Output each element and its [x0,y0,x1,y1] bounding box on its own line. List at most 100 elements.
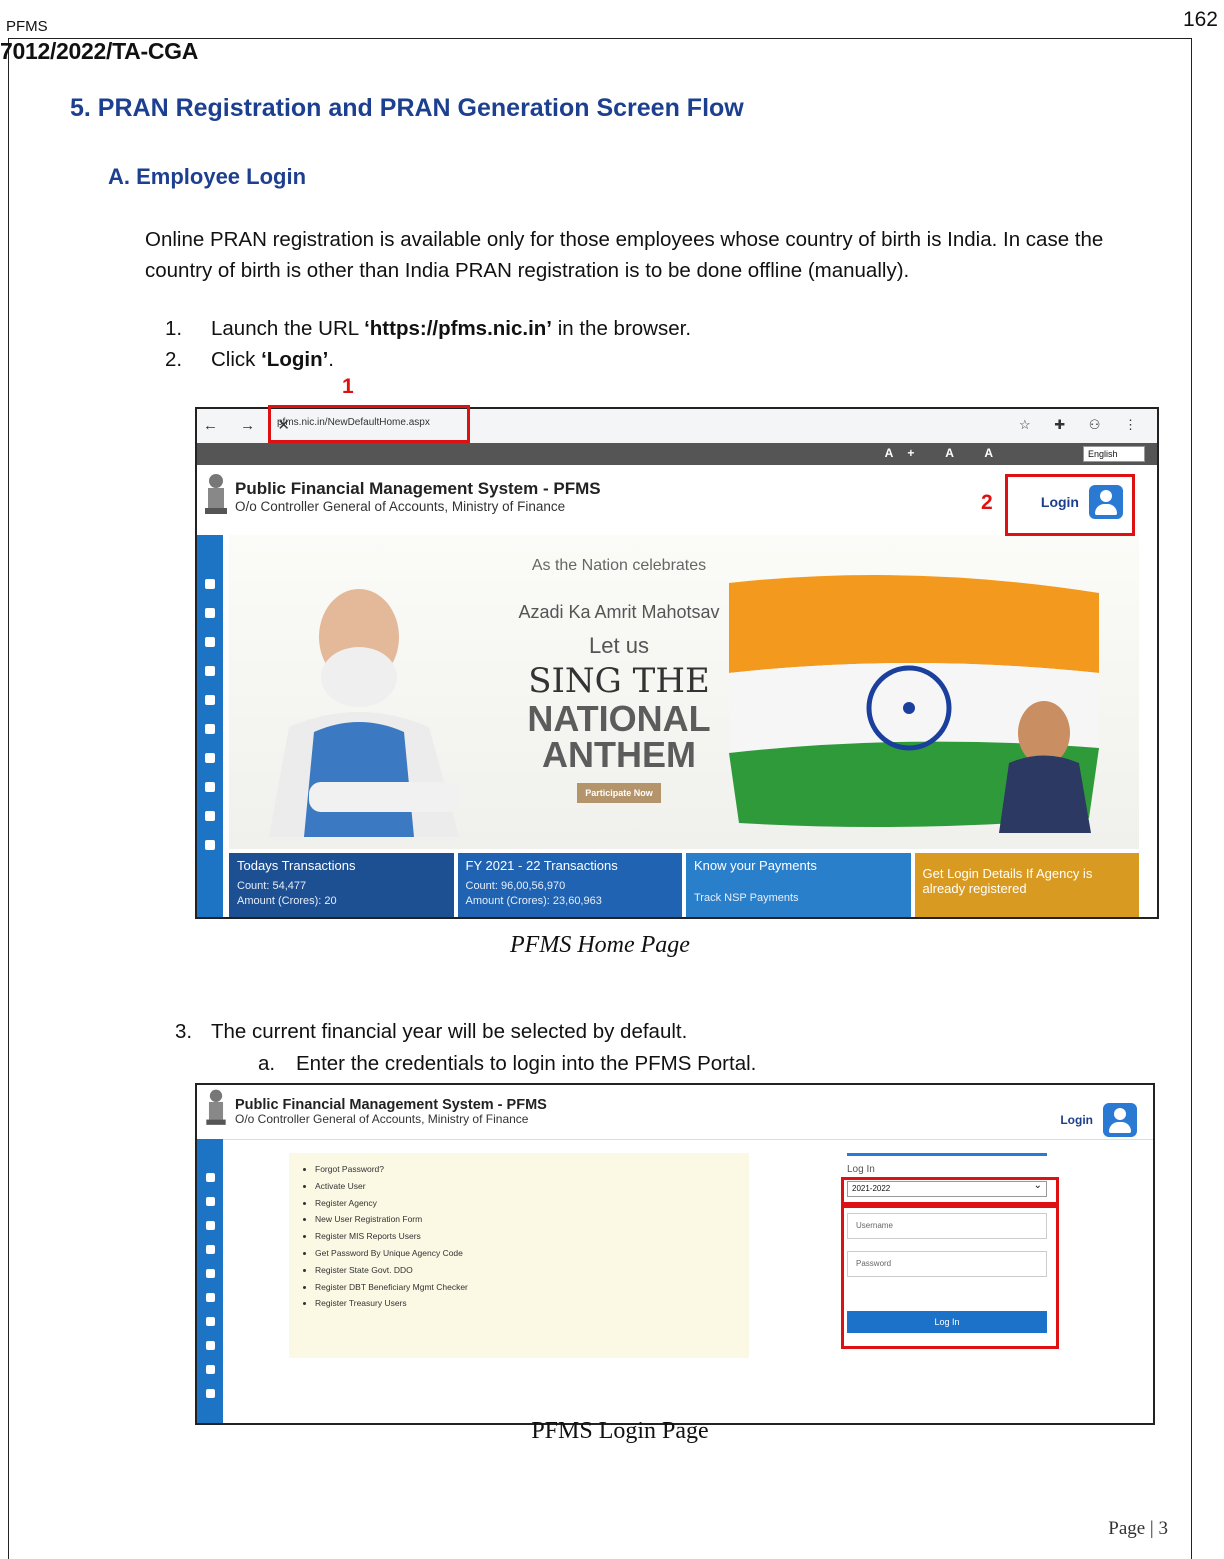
tile-track-nsp[interactable]: Track NSP Payments [694,891,903,906]
accessibility-bar: A+ A A English [197,443,1157,465]
url-highlight-box [268,405,470,443]
step-text-end: in the browser. [552,317,692,340]
nav-bank-icon[interactable] [205,1221,215,1230]
substep-number: a. [258,1052,276,1075]
emblem-icon [206,1089,226,1125]
login-page-caption: PFMS Login Page [531,1418,709,1444]
login-button[interactable]: Login [1060,1103,1137,1137]
step-number: 2. [165,348,183,371]
banner-line-3: Let us [589,633,649,658]
marker-2: 2 [981,491,993,514]
link-register-dbt[interactable]: Register DBT Beneficiary Mgmt Checker [315,1279,749,1296]
step-text: The current financial year will be selec… [211,1020,688,1043]
login-label: Login [1060,1113,1093,1127]
tile-get-login-details[interactable]: Get Login Details If Agency is already r… [914,853,1139,917]
nav-card-icon[interactable] [205,1197,215,1206]
step-bold: ‘https://pfms.nic.in’ [364,317,553,340]
step-3a: a. Enter the credentials to login into th… [258,1052,756,1076]
step-bold: ‘Login’ [261,348,329,371]
intro-paragraph: Online PRAN registration is available on… [145,228,1104,282]
tile-fy-transactions[interactable]: FY 2021 - 22 Transactions Count: 96,00,5… [457,853,682,917]
tile-amount: Amount (Crores): 23,60,963 [465,895,602,907]
marker-1: 1 [342,375,354,398]
nav-location-icon[interactable] [205,724,215,734]
banner-line-2: Azadi Ka Amrit Mahotsav [518,602,720,622]
nav-phone-icon[interactable] [205,1317,215,1326]
link-activate-user[interactable]: Activate User [315,1178,749,1195]
quick-links-list: Forgot Password? Activate User Register … [303,1161,749,1312]
step-text-end: . [328,348,334,371]
quick-links-panel: Forgot Password? Activate User Register … [289,1153,749,1358]
nav-user-icon[interactable] [205,1389,215,1398]
nav-alert-icon[interactable] [205,811,215,821]
tile-title: Get Login Details If Agency is already r… [922,866,1093,896]
substep-text: Enter the credentials to login into the … [296,1052,757,1075]
nav-card-icon[interactable] [205,608,215,618]
site-subtitle: O/o Controller General of Accounts, Mini… [235,499,566,514]
side-nav [197,1139,223,1423]
stats-tiles: Todays Transactions Count: 54,477 Amount… [229,853,1139,917]
hero-banner[interactable]: As the Nation celebrates Azadi Ka Amrit … [229,535,1139,849]
nav-location-icon[interactable] [205,1293,215,1302]
nav-alert-icon[interactable] [205,1365,215,1374]
nav-home-icon[interactable] [205,579,215,589]
nav-user-icon[interactable] [205,840,215,850]
site-title: Public Financial Management System - PFM… [235,479,601,498]
nav-rupee-icon[interactable] [205,695,215,705]
language-select[interactable]: English [1083,446,1145,462]
page-footer: Page | 3 [1108,1518,1168,1539]
tile-title: FY 2021 - 22 Transactions [465,858,618,873]
nav-bank-icon[interactable] [205,637,215,647]
tile-todays-transactions[interactable]: Todays Transactions Count: 54,477 Amount… [229,853,454,917]
banner-line-1: As the Nation celebrates [531,557,707,574]
link-get-password[interactable]: Get Password By Unique Agency Code [315,1245,749,1262]
font-size-buttons[interactable]: A+ A A [885,446,1007,460]
participate-button[interactable]: Participate Now [577,783,661,803]
nav-chat-icon[interactable] [205,782,215,792]
document-reference: 7012/2022/TA-CGA [0,38,199,64]
nav-home-icon[interactable] [205,1173,215,1182]
section-heading: 5. PRAN Registration and PRAN Generation… [70,94,744,122]
banner-line-4: SING THE [528,661,710,701]
link-register-ddo[interactable]: Register State Govt. DDO [315,1262,749,1279]
banner-line-6: ANTHEM [542,734,696,775]
site-title: Public Financial Management System - PFM… [235,1097,547,1113]
emblem-icon [205,474,227,514]
nav-chat-icon[interactable] [205,1341,215,1350]
step-number: 3. [175,1020,193,1043]
side-nav [197,535,223,917]
nav-rupee-icon[interactable] [205,1269,215,1278]
login-highlight-box [1005,474,1135,536]
tile-amount: Amount (Crores): 20 [237,895,337,907]
year-highlight-box [841,1177,1059,1205]
nav-transfer-icon[interactable] [205,666,215,676]
nav-phone-icon[interactable] [205,753,215,763]
step-1: 1. Launch the URL ‘https://pfms.nic.in’ i… [165,317,691,341]
link-register-agency[interactable]: Register Agency [315,1195,749,1212]
link-register-treasury[interactable]: Register Treasury Users [315,1295,749,1312]
browser-action-icons[interactable]: ☆ ✚ ⚇ ⋮ [1019,417,1147,433]
step-3: 3. The current financial year will be sel… [175,1020,687,1044]
page-number: 162 [1182,8,1218,31]
link-new-user-registration[interactable]: New User Registration Form [315,1211,749,1228]
subsection-heading: A. Employee Login [108,164,307,189]
home-page-caption: PFMS Home Page [510,932,690,958]
user-login-icon [1103,1103,1137,1137]
tile-know-payments[interactable]: Know your Payments Track NSP Payments [686,853,911,917]
step-text: Click [211,348,262,371]
credentials-highlight-box [841,1205,1059,1349]
step-text: Launch the URL [211,317,365,340]
banner-line-5: NATIONAL [527,698,711,739]
tile-count: Count: 54,477 [237,880,307,892]
step-2: 2. Click ‘Login’. [165,348,334,372]
banner-text: As the Nation celebrates Azadi Ka Amrit … [489,557,749,803]
link-forgot-password[interactable]: Forgot Password? [315,1161,749,1178]
tile-title: Todays Transactions [237,858,356,873]
portrait-image [269,589,459,837]
site-subtitle: O/o Controller General of Accounts, Mini… [235,1112,529,1126]
tile-count: Count: 96,00,56,970 [465,880,566,892]
nav-transfer-icon[interactable] [205,1245,215,1254]
site-header: Public Financial Management System - PFM… [197,1085,1153,1140]
link-register-mis[interactable]: Register MIS Reports Users [315,1228,749,1245]
page-header-left: PFMS [6,18,48,35]
